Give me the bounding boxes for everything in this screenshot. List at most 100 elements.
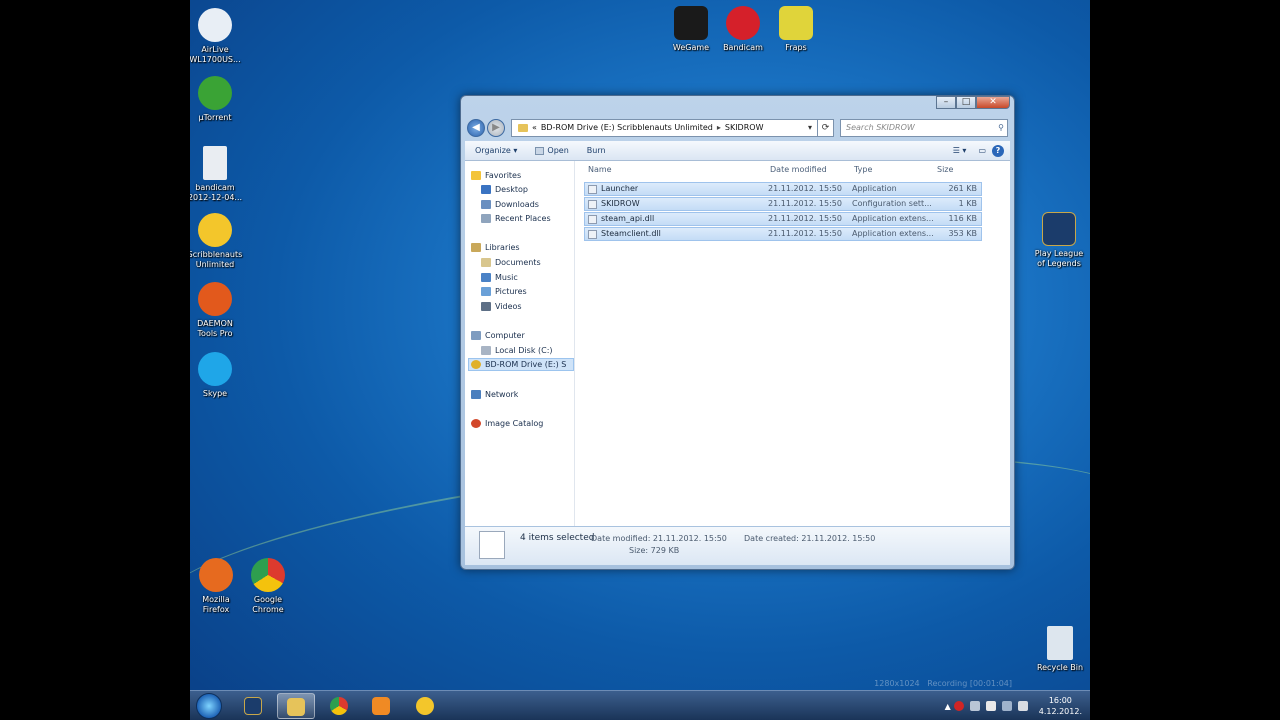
column-header-date-modified[interactable]: Date modified [770, 165, 827, 177]
view-options-icon[interactable]: ☰ ▾ [953, 146, 967, 155]
skype-icon [198, 352, 232, 386]
forward-button[interactable]: ▶ [487, 119, 505, 137]
desktop-icon-chrome[interactable]: Google Chrome [240, 558, 296, 615]
chrome-icon [251, 558, 285, 592]
nav-desktop[interactable]: Desktop [481, 183, 528, 196]
table-row[interactable]: SKIDROW 21.11.2012. 15:50 Configuration … [584, 197, 982, 211]
minimize-button[interactable]: – [936, 96, 956, 109]
back-button[interactable]: ◀ [467, 119, 485, 137]
recent-places-icon [481, 214, 491, 223]
clock[interactable]: 16:00 4.12.2012. [1039, 695, 1082, 717]
table-row[interactable]: steam_api.dll 21.11.2012. 15:50 Applicat… [584, 212, 982, 226]
explorer-body: Favorites Desktop Downloads Recent Place… [465, 161, 1010, 526]
music-icon [481, 273, 491, 282]
file-list: Name Date modified Type Size Launcher 21… [580, 161, 1010, 526]
breadcrumb-separator-icon: ▸ [716, 123, 721, 132]
system-tray: ▲ 16:00 4.12.2012. [945, 691, 1082, 720]
desktop-icon [481, 185, 491, 194]
nav-network[interactable]: Network [471, 388, 518, 401]
desktop-icon-daemon-tools[interactable]: DAEMON Tools Pro [190, 282, 243, 339]
table-row[interactable]: Steamclient.dll 21.11.2012. 15:50 Applic… [584, 227, 982, 241]
disc-drive-icon [471, 360, 481, 369]
volume-icon[interactable] [1017, 701, 1028, 711]
league-of-legends-icon [1042, 212, 1076, 246]
help-icon[interactable]: ? [992, 144, 1004, 157]
burn-button[interactable]: Burn [578, 146, 615, 155]
config-file-icon [588, 200, 597, 209]
league-of-legends-icon [244, 697, 262, 715]
search-input[interactable]: Search SKIDROW ⚲ [840, 119, 1008, 137]
start-button[interactable] [196, 693, 222, 719]
desktop-icon-scribblenauts[interactable]: Scribblenauts Unlimited [190, 213, 243, 270]
nav-music[interactable]: Music [481, 271, 518, 284]
nav-image-catalog[interactable]: Image Catalog [471, 417, 543, 430]
command-bar: Organize ▾ Open Burn ☰ ▾ ▭ ? [465, 141, 1010, 161]
open-icon [535, 146, 545, 155]
desktop-icon-recycle-bin[interactable]: Recycle Bin [1032, 626, 1088, 673]
dll-file-icon [588, 230, 597, 239]
image-catalog-icon [471, 419, 481, 428]
organize-button[interactable]: Organize ▾ [465, 146, 526, 155]
breadcrumb-skidrow[interactable]: SKIDROW [725, 120, 764, 136]
preview-pane-icon[interactable]: ▭ [978, 146, 986, 155]
utorrent-icon [198, 76, 232, 110]
nav-favorites[interactable]: Favorites [471, 169, 521, 182]
desktop-icon-firefox[interactable]: Mozilla Firefox [190, 558, 244, 615]
nav-documents[interactable]: Documents [481, 256, 541, 269]
nav-bd-rom-drive[interactable]: BD-ROM Drive (E:) S [468, 358, 574, 371]
application-file-icon [588, 185, 597, 194]
taskbar-media-player[interactable] [362, 693, 400, 719]
nav-downloads[interactable]: Downloads [481, 198, 539, 211]
taskbar-league-of-legends[interactable] [234, 693, 272, 719]
dll-file-icon [588, 215, 597, 224]
desktop-icon-wegame[interactable]: WeGame [663, 6, 719, 53]
wegame-icon [674, 6, 708, 40]
taskbar-explorer[interactable] [277, 693, 315, 719]
network-icon[interactable] [1001, 701, 1012, 711]
desktop-icon-airlive[interactable]: AirLive WL1700US... [190, 8, 243, 65]
address-bar[interactable]: « BD-ROM Drive (E:) Scribblenauts Unlimi… [511, 119, 818, 137]
desktop-icon-bandicam[interactable]: Bandicam [715, 6, 771, 53]
nav-computer[interactable]: Computer [471, 329, 525, 342]
search-icon: ⚲ [998, 123, 1004, 132]
details-pane: 4 items selected Date modified: 21.11.20… [465, 527, 1010, 565]
daemon-tools-icon [198, 282, 232, 316]
nav-local-disk[interactable]: Local Disk (C:) [481, 344, 553, 357]
breadcrumb-drive[interactable]: BD-ROM Drive (E:) Scribblenauts Unlimite… [541, 120, 713, 136]
desktop-icon-skype[interactable]: Skype [190, 352, 243, 399]
desktop-icon-utorrent[interactable]: µTorrent [190, 76, 243, 123]
record-icon[interactable] [953, 701, 964, 711]
taskbar-scribblenauts[interactable] [406, 693, 444, 719]
navigation-pane: Favorites Desktop Downloads Recent Place… [465, 161, 575, 526]
wifi-antenna-icon [198, 8, 232, 42]
nav-recent-places[interactable]: Recent Places [481, 212, 551, 225]
column-header-name[interactable]: Name [588, 165, 612, 177]
desktop-icon-league-of-legends[interactable]: Play League of Legends [1031, 212, 1087, 269]
star-icon [471, 171, 481, 180]
details-size: Size: 729 KB [629, 546, 680, 555]
address-row: ◀ ▶ « BD-ROM Drive (E:) Scribblenauts Un… [467, 118, 1008, 138]
recycle-bin-icon [1047, 626, 1073, 660]
open-button[interactable]: Open [526, 146, 577, 155]
desktop-icon-fraps[interactable]: Fraps [768, 6, 824, 53]
folder-icon [287, 698, 305, 716]
desktop-icon-bandicam-video[interactable]: bandicam 2012-12-04... [190, 146, 243, 203]
column-header-type[interactable]: Type [854, 165, 872, 177]
action-center-flag-icon[interactable] [985, 701, 996, 711]
refresh-button[interactable]: ⟳ [818, 119, 834, 137]
multiple-files-icon [479, 531, 505, 559]
firefox-icon [199, 558, 233, 592]
nav-libraries[interactable]: Libraries [471, 241, 520, 254]
scribblenauts-star-icon [198, 213, 232, 247]
taskbar-chrome[interactable] [320, 693, 358, 719]
tray-app-icon[interactable] [969, 701, 980, 711]
address-dropdown-icon[interactable]: ▾ [803, 120, 817, 136]
libraries-icon [471, 243, 481, 252]
column-header-size[interactable]: Size [937, 165, 953, 177]
table-row[interactable]: Launcher 21.11.2012. 15:50 Application 2… [584, 182, 982, 196]
tray-expand-icon[interactable]: ▲ [945, 702, 951, 711]
nav-videos[interactable]: Videos [481, 300, 522, 313]
maximize-button[interactable]: □ [956, 96, 976, 109]
nav-pictures[interactable]: Pictures [481, 285, 527, 298]
close-button[interactable]: ✕ [976, 96, 1010, 109]
